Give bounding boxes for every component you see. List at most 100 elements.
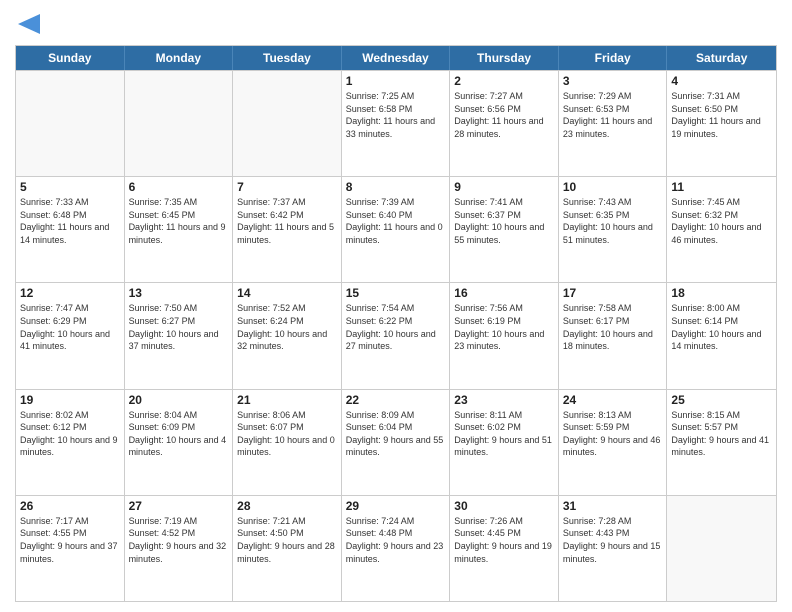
header bbox=[15, 10, 777, 39]
day-cell-23: 23Sunrise: 8:11 AMSunset: 6:02 PMDayligh… bbox=[450, 390, 559, 495]
cell-info: Sunrise: 7:25 AMSunset: 6:58 PMDaylight:… bbox=[346, 90, 446, 140]
cell-info: Sunrise: 7:33 AMSunset: 6:48 PMDaylight:… bbox=[20, 196, 120, 246]
cell-info: Sunrise: 8:02 AMSunset: 6:12 PMDaylight:… bbox=[20, 409, 120, 459]
calendar-row-3: 12 Sunrise: 7:47 AMSunset: 6:29 PMDayligh… bbox=[16, 282, 776, 388]
cell-info: Sunrise: 7:45 AMSunset: 6:32 PMDaylight:… bbox=[671, 196, 772, 246]
header-day-tuesday: Tuesday bbox=[233, 46, 342, 70]
day-number: 7 bbox=[237, 180, 337, 194]
day-cell-25: 25 Sunrise: 8:15 AMSunset: 5:57 PMDayligh… bbox=[667, 390, 776, 495]
day-number: 6 bbox=[129, 180, 229, 194]
day-cell-11: 11 Sunrise: 7:45 AMSunset: 6:32 PMDayligh… bbox=[667, 177, 776, 282]
day-number: 12 bbox=[20, 286, 120, 300]
cell-info: Sunrise: 7:29 AMSunset: 6:53 PMDaylight:… bbox=[563, 90, 663, 140]
day-cell-14: 14Sunrise: 7:52 AMSunset: 6:24 PMDayligh… bbox=[233, 283, 342, 388]
cell-info: Sunrise: 7:28 AMSunset: 4:43 PMDaylight:… bbox=[563, 515, 663, 565]
calendar-row-5: 26 Sunrise: 7:17 AMSunset: 4:55 PMDayligh… bbox=[16, 495, 776, 601]
cell-info: Sunrise: 7:27 AMSunset: 6:56 PMDaylight:… bbox=[454, 90, 554, 140]
day-cell-7: 7 Sunrise: 7:37 AMSunset: 6:42 PMDaylight… bbox=[233, 177, 342, 282]
day-number: 28 bbox=[237, 499, 337, 513]
cell-info: Sunrise: 8:09 AMSunset: 6:04 PMDaylight:… bbox=[346, 409, 446, 459]
day-number: 21 bbox=[237, 393, 337, 407]
day-number: 13 bbox=[129, 286, 229, 300]
calendar-row-4: 19 Sunrise: 8:02 AMSunset: 6:12 PMDayligh… bbox=[16, 389, 776, 495]
day-cell-27: 27 Sunrise: 7:19 AMSunset: 4:52 PMDayligh… bbox=[125, 496, 234, 601]
day-cell-21: 21 Sunrise: 8:06 AMSunset: 6:07 PMDayligh… bbox=[233, 390, 342, 495]
logo bbox=[15, 10, 40, 39]
header-day-saturday: Saturday bbox=[667, 46, 776, 70]
header-day-monday: Monday bbox=[125, 46, 234, 70]
calendar-row-2: 5Sunrise: 7:33 AMSunset: 6:48 PMDaylight… bbox=[16, 176, 776, 282]
day-number: 29 bbox=[346, 499, 446, 513]
header-day-sunday: Sunday bbox=[16, 46, 125, 70]
day-cell-2: 2Sunrise: 7:27 AMSunset: 6:56 PMDaylight… bbox=[450, 71, 559, 176]
day-number: 9 bbox=[454, 180, 554, 194]
day-number: 20 bbox=[129, 393, 229, 407]
day-number: 30 bbox=[454, 499, 554, 513]
cell-info: Sunrise: 7:47 AMSunset: 6:29 PMDaylight:… bbox=[20, 302, 120, 352]
day-cell-31: 31 Sunrise: 7:28 AMSunset: 4:43 PMDayligh… bbox=[559, 496, 668, 601]
logo-icon bbox=[18, 14, 40, 34]
day-number: 1 bbox=[346, 74, 446, 88]
cell-info: Sunrise: 7:37 AMSunset: 6:42 PMDaylight:… bbox=[237, 196, 337, 246]
day-cell-3: 3 Sunrise: 7:29 AMSunset: 6:53 PMDaylight… bbox=[559, 71, 668, 176]
day-cell-20: 20Sunrise: 8:04 AMSunset: 6:09 PMDayligh… bbox=[125, 390, 234, 495]
day-cell-17: 17 Sunrise: 7:58 AMSunset: 6:17 PMDayligh… bbox=[559, 283, 668, 388]
day-cell-26: 26 Sunrise: 7:17 AMSunset: 4:55 PMDayligh… bbox=[16, 496, 125, 601]
day-number: 26 bbox=[20, 499, 120, 513]
day-cell-12: 12 Sunrise: 7:47 AMSunset: 6:29 PMDayligh… bbox=[16, 283, 125, 388]
header-day-friday: Friday bbox=[559, 46, 668, 70]
calendar-header: SundayMondayTuesdayWednesdayThursdayFrid… bbox=[16, 46, 776, 70]
day-number: 27 bbox=[129, 499, 229, 513]
day-number: 8 bbox=[346, 180, 446, 194]
header-day-wednesday: Wednesday bbox=[342, 46, 451, 70]
day-number: 19 bbox=[20, 393, 120, 407]
cell-info: Sunrise: 8:06 AMSunset: 6:07 PMDaylight:… bbox=[237, 409, 337, 459]
day-cell-16: 16Sunrise: 7:56 AMSunset: 6:19 PMDayligh… bbox=[450, 283, 559, 388]
day-cell-1: 1 Sunrise: 7:25 AMSunset: 6:58 PMDaylight… bbox=[342, 71, 451, 176]
cell-info: Sunrise: 7:26 AMSunset: 4:45 PMDaylight:… bbox=[454, 515, 554, 565]
day-cell-18: 18 Sunrise: 8:00 AMSunset: 6:14 PMDayligh… bbox=[667, 283, 776, 388]
empty-cell bbox=[125, 71, 234, 176]
calendar-row-1: 1 Sunrise: 7:25 AMSunset: 6:58 PMDaylight… bbox=[16, 70, 776, 176]
cell-info: Sunrise: 8:00 AMSunset: 6:14 PMDaylight:… bbox=[671, 302, 772, 352]
page: SundayMondayTuesdayWednesdayThursdayFrid… bbox=[0, 0, 792, 612]
day-number: 15 bbox=[346, 286, 446, 300]
cell-info: Sunrise: 7:52 AMSunset: 6:24 PMDaylight:… bbox=[237, 302, 337, 352]
day-number: 22 bbox=[346, 393, 446, 407]
day-cell-22: 22 Sunrise: 8:09 AMSunset: 6:04 PMDayligh… bbox=[342, 390, 451, 495]
day-number: 10 bbox=[563, 180, 663, 194]
day-cell-15: 15 Sunrise: 7:54 AMSunset: 6:22 PMDayligh… bbox=[342, 283, 451, 388]
day-number: 18 bbox=[671, 286, 772, 300]
calendar: SundayMondayTuesdayWednesdayThursdayFrid… bbox=[15, 45, 777, 602]
day-cell-30: 30 Sunrise: 7:26 AMSunset: 4:45 PMDayligh… bbox=[450, 496, 559, 601]
calendar-body: 1 Sunrise: 7:25 AMSunset: 6:58 PMDaylight… bbox=[16, 70, 776, 601]
empty-cell bbox=[667, 496, 776, 601]
day-cell-5: 5Sunrise: 7:33 AMSunset: 6:48 PMDaylight… bbox=[16, 177, 125, 282]
day-number: 17 bbox=[563, 286, 663, 300]
cell-info: Sunrise: 7:17 AMSunset: 4:55 PMDaylight:… bbox=[20, 515, 120, 565]
day-cell-13: 13Sunrise: 7:50 AMSunset: 6:27 PMDayligh… bbox=[125, 283, 234, 388]
cell-info: Sunrise: 8:15 AMSunset: 5:57 PMDaylight:… bbox=[671, 409, 772, 459]
day-cell-28: 28 Sunrise: 7:21 AMSunset: 4:50 PMDayligh… bbox=[233, 496, 342, 601]
day-number: 31 bbox=[563, 499, 663, 513]
cell-info: Sunrise: 7:31 AMSunset: 6:50 PMDaylight:… bbox=[671, 90, 772, 140]
day-cell-8: 8 Sunrise: 7:39 AMSunset: 6:40 PMDaylight… bbox=[342, 177, 451, 282]
day-number: 25 bbox=[671, 393, 772, 407]
empty-cell bbox=[16, 71, 125, 176]
day-cell-10: 10Sunrise: 7:43 AMSunset: 6:35 PMDayligh… bbox=[559, 177, 668, 282]
cell-info: Sunrise: 7:58 AMSunset: 6:17 PMDaylight:… bbox=[563, 302, 663, 352]
day-cell-9: 9Sunrise: 7:41 AMSunset: 6:37 PMDaylight… bbox=[450, 177, 559, 282]
day-number: 3 bbox=[563, 74, 663, 88]
day-cell-4: 4 Sunrise: 7:31 AMSunset: 6:50 PMDaylight… bbox=[667, 71, 776, 176]
day-number: 16 bbox=[454, 286, 554, 300]
day-number: 4 bbox=[671, 74, 772, 88]
header-day-thursday: Thursday bbox=[450, 46, 559, 70]
day-number: 11 bbox=[671, 180, 772, 194]
cell-info: Sunrise: 7:19 AMSunset: 4:52 PMDaylight:… bbox=[129, 515, 229, 565]
cell-info: Sunrise: 7:39 AMSunset: 6:40 PMDaylight:… bbox=[346, 196, 446, 246]
cell-info: Sunrise: 7:54 AMSunset: 6:22 PMDaylight:… bbox=[346, 302, 446, 352]
cell-info: Sunrise: 7:21 AMSunset: 4:50 PMDaylight:… bbox=[237, 515, 337, 565]
day-number: 24 bbox=[563, 393, 663, 407]
empty-cell bbox=[233, 71, 342, 176]
cell-info: Sunrise: 8:13 AMSunset: 5:59 PMDaylight:… bbox=[563, 409, 663, 459]
